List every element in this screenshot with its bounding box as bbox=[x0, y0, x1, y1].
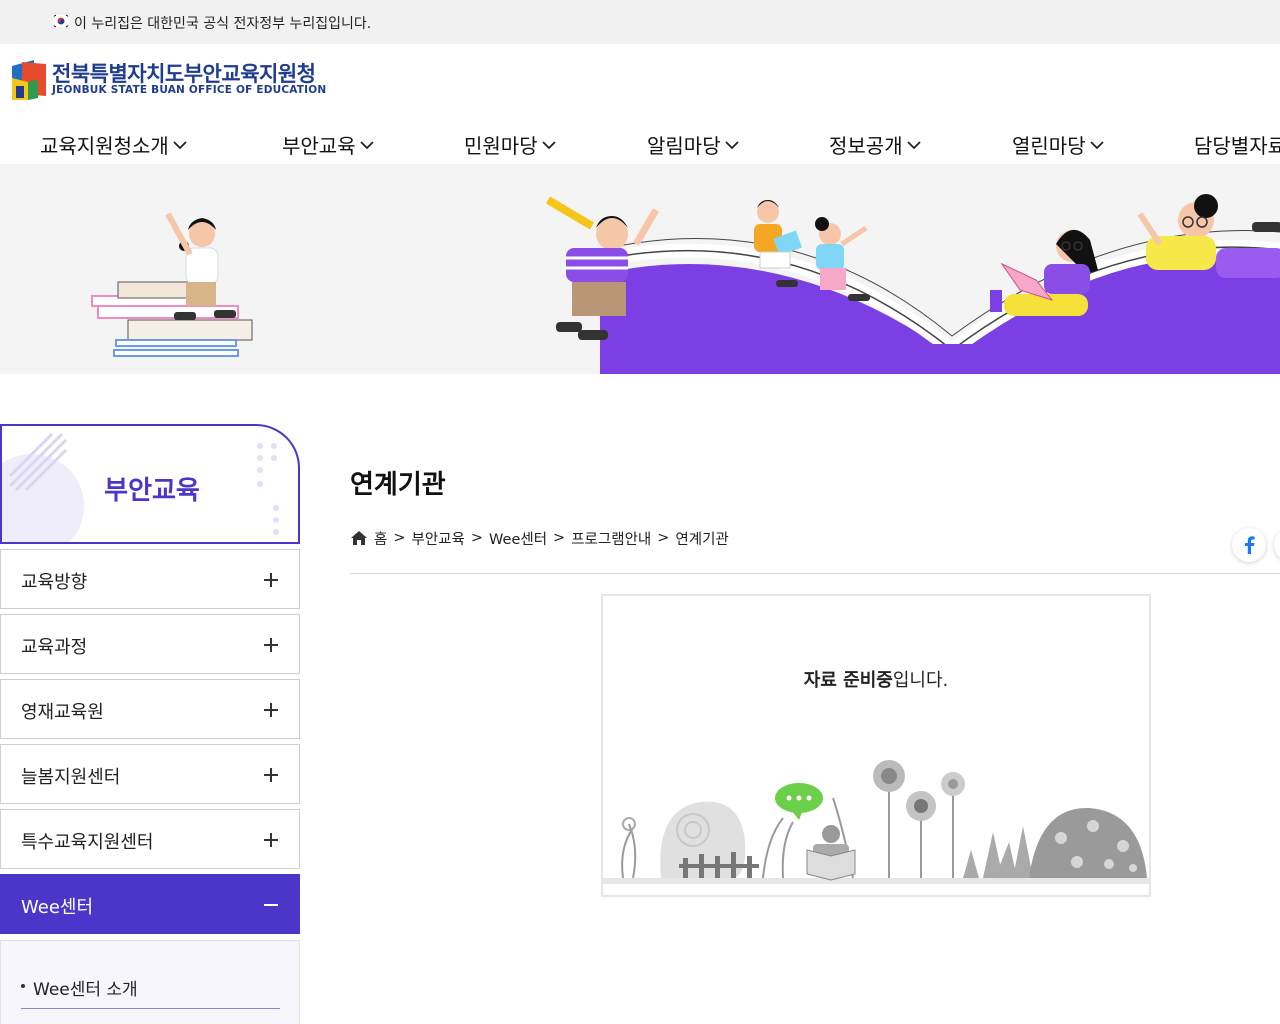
breadcrumb-separator: > bbox=[657, 530, 670, 546]
nav-item-notice[interactable]: 알림마당 bbox=[647, 130, 741, 159]
breadcrumb-item[interactable]: 부안교육 bbox=[412, 528, 465, 549]
sidebar-item-gifted-education[interactable]: 영재교육원 bbox=[0, 679, 300, 739]
chevron-down-icon bbox=[173, 140, 187, 149]
nav-item-label: 담당별자료 bbox=[1194, 134, 1280, 158]
korea-flag-icon bbox=[52, 13, 70, 29]
girl-lying-illustration bbox=[1137, 194, 1280, 278]
submenu-item-wee-intro[interactable]: Wee센터 소개 bbox=[21, 973, 280, 1009]
nav-item-label: 정보공개 bbox=[829, 134, 903, 158]
preparing-notice-box: 자료 준비중입니다. bbox=[601, 594, 1151, 897]
nav-item-buan-education[interactable]: 부안교육 bbox=[282, 130, 376, 159]
plus-icon bbox=[264, 833, 278, 847]
sidebar-item-special-education-center[interactable]: 특수교육지원센터 bbox=[0, 809, 300, 869]
sidebar-item-curriculum[interactable]: 교육과정 bbox=[0, 614, 300, 674]
nav-item-label: 열린마당 bbox=[1012, 134, 1086, 158]
chevron-down-icon bbox=[541, 140, 556, 149]
submenu-item-label: Wee센터 소개 bbox=[33, 980, 138, 1000]
book-stack-illustration bbox=[91, 281, 253, 357]
sidebar-item-wee-center[interactable]: Wee센터 bbox=[0, 874, 300, 934]
preparing-notice-rest: 입니다. bbox=[892, 670, 949, 691]
breadcrumb-item[interactable]: 프로그램안내 bbox=[571, 528, 651, 549]
facebook-share-button[interactable] bbox=[1232, 528, 1266, 562]
nav-item-label: 부안교육 bbox=[282, 134, 356, 158]
bullet-icon bbox=[21, 984, 25, 988]
chevron-down-icon bbox=[906, 140, 921, 149]
share-button[interactable] bbox=[1274, 528, 1280, 562]
sidebar-item-label: Wee센터 bbox=[21, 897, 94, 918]
home-icon[interactable] bbox=[350, 530, 368, 546]
nav-item-label: 민원마당 bbox=[464, 134, 538, 158]
gov-banner: 이 누리집은 대한민국 공식 전자정부 누리집입니다. bbox=[0, 0, 1280, 44]
site-logo[interactable]: 전북특별자치도부안교육지원청 JEONBUK STATE BUAN OFFICE… bbox=[8, 56, 328, 104]
nav-item-open[interactable]: 열린마당 bbox=[1012, 130, 1106, 159]
nav-item-intro[interactable]: 교육지원청소개 bbox=[40, 130, 189, 159]
page-title: 연계기관 bbox=[350, 470, 446, 500]
sidebar-item-label: 늘봄지원센터 bbox=[21, 767, 121, 788]
content-divider bbox=[350, 573, 1280, 574]
breadcrumb: 홈 > 부안교육 > Wee센터 > 프로그램안내 > 연계기관 bbox=[350, 528, 729, 548]
logo-emblem-icon bbox=[12, 60, 46, 100]
plus-icon bbox=[264, 768, 278, 782]
breadcrumb-home[interactable]: 홈 bbox=[374, 528, 387, 549]
sidebar-submenu: Wee센터 소개 bbox=[0, 940, 300, 1024]
main-nav: 교육지원청소개 부안교육 민원마당 알림마당 정보공개 열린마당 담당별자료 bbox=[0, 122, 1280, 164]
chevron-down-icon bbox=[359, 140, 374, 149]
plus-icon bbox=[264, 703, 278, 717]
chevron-down-icon bbox=[1089, 140, 1104, 149]
garden-illustration bbox=[603, 760, 1149, 884]
plus-icon bbox=[264, 638, 278, 652]
girl-reading-illustration bbox=[990, 229, 1098, 316]
sidebar-item-label: 영재교육원 bbox=[21, 702, 104, 723]
hero-banner bbox=[0, 164, 1280, 374]
minus-icon bbox=[264, 904, 278, 906]
nav-item-label: 교육지원청소개 bbox=[40, 134, 169, 158]
chevron-down-icon bbox=[724, 140, 739, 149]
breadcrumb-separator: > bbox=[553, 530, 566, 546]
sidebar-header-underline bbox=[0, 542, 300, 544]
sidebar-item-label: 교육과정 bbox=[21, 637, 88, 658]
nav-item-civil[interactable]: 민원마당 bbox=[464, 130, 558, 159]
facebook-icon bbox=[1245, 536, 1255, 554]
nav-item-data-by-dept[interactable]: 담당별자료 bbox=[1194, 130, 1280, 159]
sidebar-title: 부안교육 bbox=[104, 476, 200, 506]
breadcrumb-current: 연계기관 bbox=[675, 531, 729, 548]
preparing-notice-bold: 자료 준비중 bbox=[803, 670, 893, 691]
breadcrumb-separator: > bbox=[470, 530, 484, 546]
sidebar-header: 부안교육 bbox=[0, 424, 300, 544]
gov-banner-text: 이 누리집은 대한민국 공식 전자정부 누리집입니다. bbox=[74, 16, 372, 32]
nav-item-label: 알림마당 bbox=[647, 134, 721, 158]
preparing-notice-text: 자료 준비중입니다. bbox=[603, 666, 1149, 692]
sidebar-item-education-direction[interactable]: 교육방향 bbox=[0, 549, 300, 609]
sidebar-item-label: 교육방향 bbox=[21, 572, 88, 593]
sidebar-item-neulbom-center[interactable]: 늘봄지원센터 bbox=[0, 744, 300, 804]
plus-icon bbox=[264, 573, 278, 587]
breadcrumb-item[interactable]: Wee센터 bbox=[489, 528, 547, 549]
nav-item-info-disclosure[interactable]: 정보공개 bbox=[829, 130, 923, 159]
breadcrumb-separator: > bbox=[393, 530, 406, 546]
hero-illustration bbox=[91, 194, 1280, 374]
logo-subtitle: JEONBUK STATE BUAN OFFICE OF EDUCATION bbox=[52, 84, 327, 96]
sidebar-item-label: 특수교육지원센터 bbox=[21, 832, 154, 853]
